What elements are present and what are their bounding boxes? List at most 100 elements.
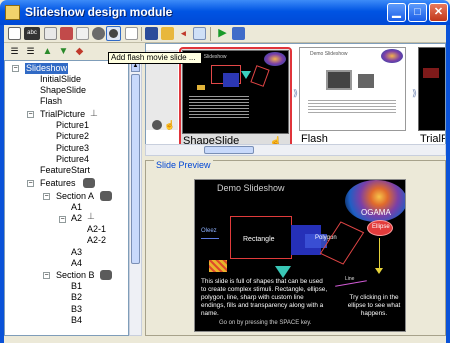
tree-node-picture1[interactable]: Picture1 (56, 120, 89, 131)
slide-yellow-line (379, 238, 380, 270)
tree-node-a2-1[interactable]: A2-1 (87, 224, 106, 235)
help-icon[interactable] (232, 27, 245, 40)
section-b-shuffle-icon (100, 270, 112, 280)
expander-a2[interactable]: − (59, 216, 66, 223)
tree-node-a2-2[interactable]: A2-2 (87, 235, 106, 246)
thumbnail-options-icon[interactable] (152, 120, 162, 130)
thumbnail-trialpicture-image (418, 47, 445, 131)
thumb-yellow (197, 85, 205, 90)
arrow-connector-icon-2: ⟫ (412, 88, 418, 98)
status-strip (4, 336, 446, 343)
import-icon[interactable] (161, 27, 174, 40)
tree-node-a2[interactable]: A2 (71, 213, 82, 224)
add-document-icon[interactable] (125, 27, 138, 40)
maximize-button[interactable]: □ (408, 3, 427, 22)
slide-body-text: This slide is full of shapes that can be… (201, 278, 328, 317)
text-slide-icon[interactable]: abc (24, 27, 40, 40)
logo-blob-2 (381, 49, 403, 63)
features-shuffle-icon (83, 178, 95, 188)
tree-node-initialslide[interactable]: InitialSlide (40, 74, 81, 85)
tree-node-shapeslide[interactable]: ShapeSlide (40, 85, 86, 96)
tree-node-b1[interactable]: B1 (71, 281, 82, 292)
toolbar-separator (141, 27, 142, 41)
slide-tree: − Slideshow InitialSlide ShapeSlide Flas… (4, 60, 129, 336)
tree-node-b4[interactable]: B4 (71, 315, 82, 326)
tree-node-a1[interactable]: A1 (71, 202, 82, 213)
tree-node-picture2[interactable]: Picture2 (56, 131, 89, 142)
tree-node-featurestart[interactable]: FeatureStart (40, 165, 90, 176)
minimize-button[interactable]: ▁ (387, 3, 406, 22)
play-icon[interactable]: ▶ (216, 27, 229, 40)
delete-icon[interactable]: ◂ (177, 27, 190, 40)
slide-yellow-box (209, 260, 227, 272)
thumb-red-block (423, 68, 439, 78)
close-button[interactable]: ✕ (429, 3, 448, 22)
thumbnail-heading-2: Demo Slideshow (310, 51, 348, 57)
expander-section-b[interactable]: − (43, 272, 50, 279)
thumbnail-scrollbar[interactable] (145, 144, 446, 156)
tree-node-a3[interactable]: A3 (71, 247, 82, 258)
save-icon[interactable] (145, 27, 158, 40)
logo-blob (264, 52, 286, 66)
tree-node-slideshow[interactable]: Slideshow (25, 63, 69, 74)
screenshot-icon[interactable] (193, 27, 206, 40)
thumbnail-scroll-thumb[interactable] (204, 146, 254, 154)
add-sound-icon[interactable] (92, 27, 105, 40)
expander-trialpicture[interactable]: − (27, 111, 34, 118)
tree-node-features[interactable]: Features (40, 178, 76, 189)
section-a-shuffle-icon (100, 191, 112, 201)
tree-node-picture3[interactable]: Picture3 (56, 143, 89, 154)
add-flash-button[interactable] (106, 26, 121, 41)
move-up-icon[interactable]: ▲ (41, 45, 54, 58)
add-blank-icon[interactable] (76, 27, 89, 40)
add-rtf-icon[interactable] (44, 27, 57, 40)
toolbar-separator-2 (210, 27, 211, 41)
thumb-polygon (250, 65, 270, 87)
tree-scrollbar[interactable]: ▲ (129, 60, 142, 336)
slide-heading: Demo Slideshow (217, 183, 285, 193)
expander-section-a[interactable]: − (43, 193, 50, 200)
thumbnail-flash[interactable]: Demo Slideshow Flash (299, 47, 412, 155)
tree-node-section-a[interactable]: Section A (56, 191, 94, 202)
expander-slideshow[interactable]: − (12, 65, 19, 72)
add-image-icon[interactable] (60, 27, 73, 40)
tree-node-picture4[interactable]: Picture4 (56, 154, 89, 165)
slide-polygon-outline (319, 221, 365, 265)
slide-small-line (201, 238, 219, 239)
tree-node-section-b[interactable]: Section B (56, 270, 95, 281)
hierarchy-icon: ⊥ (90, 108, 98, 118)
tree-node-b2[interactable]: B2 (71, 292, 82, 303)
slide-preview-group: Slide Preview Demo Slideshow OGAMA Oleez… (145, 160, 446, 336)
thumb-text-lines-2 (308, 100, 396, 114)
arrow-icon[interactable]: ◆ (73, 45, 86, 58)
expander-features[interactable]: − (27, 180, 34, 187)
tree-node-b3[interactable]: B3 (71, 304, 82, 315)
monitor-graphic (326, 70, 352, 90)
thumbnail-trialpicture[interactable]: TrialPictu (418, 47, 445, 155)
main-toolbar: abc ◂ ▶ (4, 25, 446, 43)
slide-preview-canvas[interactable]: Demo Slideshow OGAMA Oleez Rectangle Pol… (194, 179, 406, 332)
new-slide-icon[interactable] (8, 27, 21, 40)
title-bar: Slideshow design module ▁ □ ✕ (0, 0, 450, 25)
shape-label-ellipse: Ellipse (372, 224, 390, 230)
window-frame-right (446, 25, 450, 343)
tree-scroll-thumb[interactable] (131, 74, 140, 264)
shape-label-rectangle: Rectangle (243, 236, 275, 243)
a2-hierarchy-icon: ⊥ (87, 211, 95, 221)
tree-node-flash[interactable]: Flash (40, 96, 62, 107)
ogama-logo-text: OGAMA (361, 208, 391, 217)
thumb-text-lines (189, 96, 249, 118)
slide-preview-title: Slide Preview (154, 160, 213, 170)
window-title: Slideshow design module (25, 5, 173, 19)
computer-graphic (358, 74, 374, 88)
tree-node-a4[interactable]: A4 (71, 258, 82, 269)
flash-tooltip: Add flash movie slide ... (108, 52, 202, 64)
thumbnail-flash-image: Demo Slideshow (299, 47, 406, 131)
slide-hint-text: Try clicking in the ellipse to see what … (347, 294, 401, 317)
app-icon (5, 5, 20, 20)
move-down-icon[interactable]: ▼ (57, 45, 70, 58)
collapse-all-icon[interactable]: ☰ (8, 45, 21, 58)
tree-node-trialpicture[interactable]: TrialPicture (40, 109, 85, 120)
thumb-blue (223, 73, 239, 87)
expand-all-icon[interactable]: ☰ (24, 45, 37, 58)
